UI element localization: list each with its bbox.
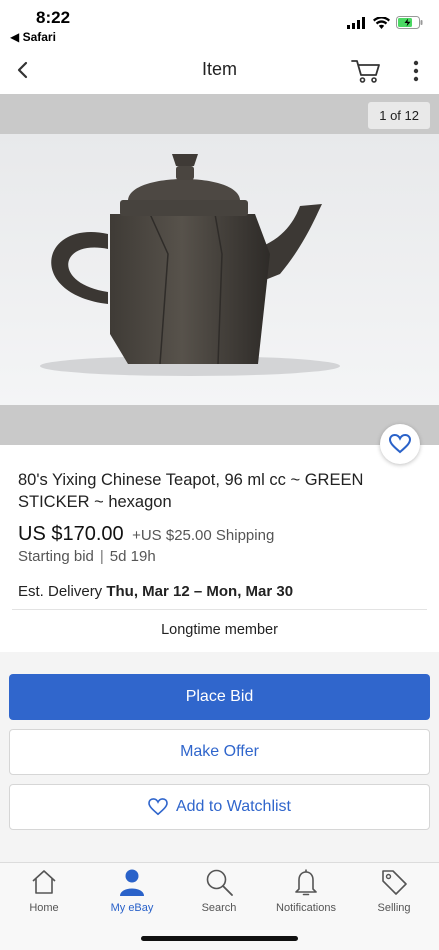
- make-offer-button[interactable]: Make Offer: [9, 729, 430, 775]
- tab-notifications[interactable]: Notifications: [262, 867, 350, 917]
- teapot-photo[interactable]: [0, 134, 439, 405]
- delivery-label: Est. Delivery: [18, 583, 103, 600]
- listing-title: 80's Yixing Chinese Teapot, 96 ml cc ~ G…: [18, 471, 364, 511]
- time-left: 5d 19h: [109, 548, 156, 565]
- home-icon: [32, 870, 56, 894]
- image-counter: 1 of 12: [368, 102, 430, 129]
- tab-selling[interactable]: Selling: [350, 867, 438, 917]
- nav-bar: Item: [0, 46, 439, 94]
- item-image-gallery[interactable]: 1 of 12: [0, 94, 439, 445]
- more-vertical-icon[interactable]: [408, 58, 424, 84]
- bid-info-row: Starting bid | 5d 19h: [18, 548, 156, 565]
- bid-separator: |: [99, 548, 104, 565]
- tab-label-my-ebay: My eBay: [110, 902, 154, 914]
- divider: [12, 609, 427, 610]
- seller-badge: Longtime member: [161, 622, 278, 638]
- bell-icon: [295, 869, 317, 896]
- price-row: US $170.00 +US $25.00 Shipping: [18, 523, 274, 546]
- delivery-row: Est. Delivery Thu, Mar 12 – Mon, Mar 30: [18, 583, 293, 600]
- cart-icon[interactable]: [350, 56, 382, 84]
- place-bid-button[interactable]: Place Bid: [9, 674, 430, 720]
- home-indicator: [141, 936, 298, 941]
- person-icon: [120, 869, 144, 896]
- tab-search[interactable]: Search: [175, 867, 263, 917]
- tab-label-selling: Selling: [377, 902, 411, 914]
- bid-type: Starting bid: [18, 548, 94, 565]
- tab-label-search: Search: [201, 902, 237, 914]
- shipping-cost: +US $25.00 Shipping: [132, 527, 275, 544]
- chevron-left-icon[interactable]: [10, 56, 38, 84]
- add-to-watchlist-button[interactable]: Add to Watchlist: [9, 784, 430, 830]
- search-icon: [206, 869, 233, 896]
- watch-heart-button[interactable]: [380, 424, 420, 464]
- heart-icon: [148, 798, 168, 816]
- status-time: 8:22: [36, 8, 71, 27]
- status-bar: 8:22 ◀ Safari: [0, 0, 439, 46]
- tab-my-ebay[interactable]: My eBay: [88, 867, 176, 917]
- battery-icon: [396, 16, 423, 29]
- tab-label-home: Home: [29, 902, 59, 914]
- tab-home[interactable]: Home: [0, 867, 88, 917]
- wifi-icon: [373, 16, 390, 29]
- heart-icon: [389, 434, 411, 454]
- tab-label-notifications: Notifications: [276, 902, 336, 914]
- item-price: US $170.00: [18, 523, 124, 545]
- tag-icon: [382, 870, 407, 895]
- add-to-watchlist-label: Add to Watchlist: [175, 798, 291, 815]
- delivery-dates: Thu, Mar 12 – Mon, Mar 30: [106, 583, 294, 600]
- status-icons: [347, 16, 423, 29]
- back-to-safari-link[interactable]: ◀ Safari: [10, 30, 56, 44]
- signal-icon: [347, 16, 365, 29]
